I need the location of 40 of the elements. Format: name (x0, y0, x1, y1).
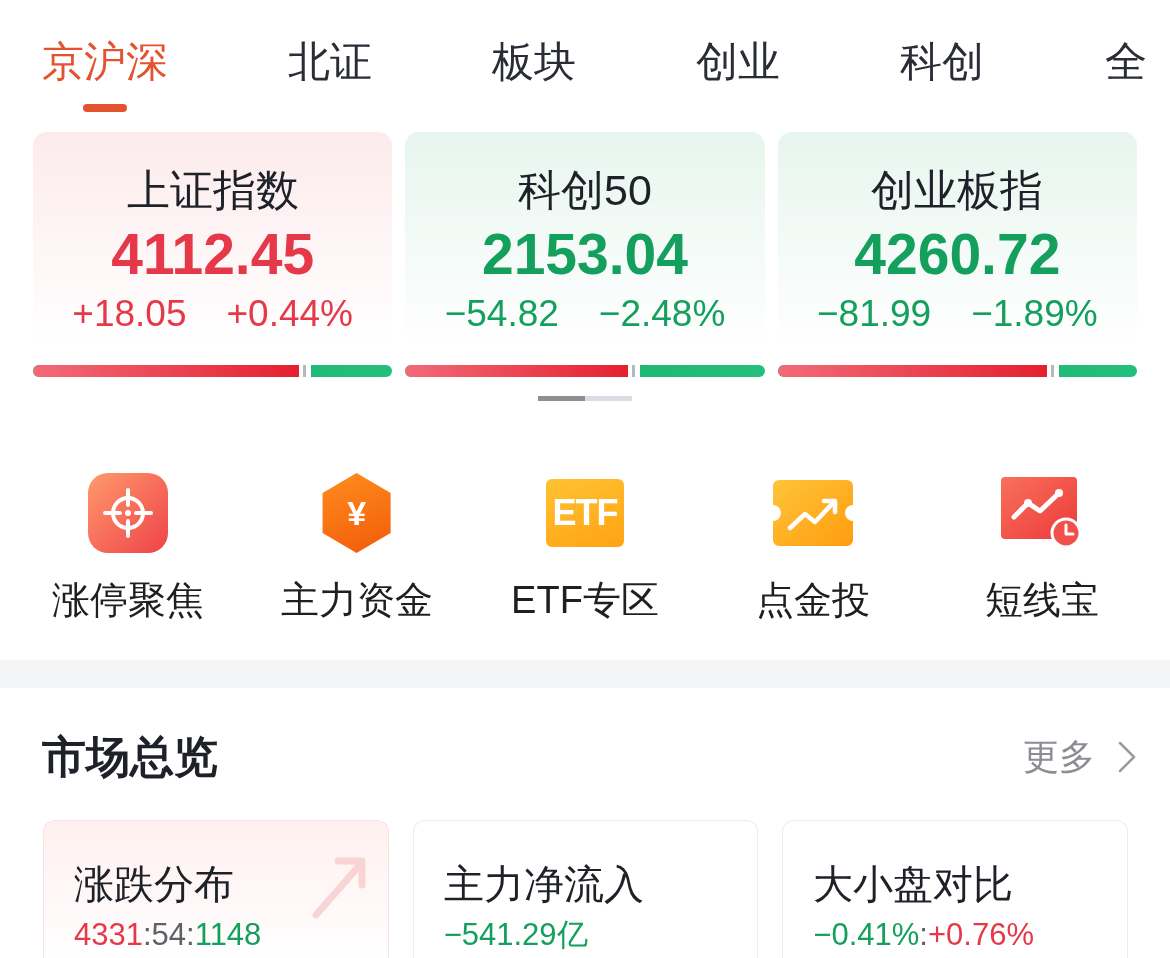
shortcut-button[interactable]: 涨停聚焦 (52, 473, 205, 622)
index-change-percent: −2.48% (598, 293, 726, 335)
overview-card[interactable]: 涨跌分布 4331:54:1148 (43, 820, 389, 958)
shortcut-button[interactable]: ETF ETF专区 (511, 473, 659, 622)
shortcut-button[interactable]: 短线宝 (984, 473, 1099, 622)
crosshair-icon (88, 473, 169, 553)
overview-card-title: 主力净流入 (443, 861, 644, 907)
tab[interactable]: 京沪深 (42, 36, 168, 112)
index-change: −81.99 (816, 293, 932, 335)
tab[interactable]: 科创 (900, 36, 984, 112)
overview-card-value: −0.41%:+0.76% (813, 917, 1034, 953)
overview-card-title: 涨跌分布 (74, 861, 234, 907)
index-change: −54.82 (444, 293, 559, 335)
shortcut-button[interactable]: 点金投 (756, 473, 871, 622)
index-card[interactable]: 上证指数 4112.45 +18.05 +0.44% (33, 132, 393, 377)
overview-card[interactable]: 大小盘对比 −0.41%:+0.76% (782, 820, 1128, 958)
tab[interactable]: 全 (1104, 36, 1148, 112)
section-title: 市场总览 (42, 731, 218, 783)
index-card[interactable]: 创业板指 4260.72 −81.99 −1.89% (777, 132, 1137, 377)
index-card[interactable]: 科创50 2153.04 −54.82 −2.48% (405, 132, 765, 377)
etf-tile-icon: ETF (546, 479, 624, 547)
overview-card-value: 4331:54:1148 (74, 917, 262, 953)
index-value: 4112.45 (111, 223, 315, 285)
ticket-chart-icon (773, 480, 854, 546)
index-change-percent: +0.44% (226, 293, 354, 335)
overview-card[interactable]: 主力净流入 −541.29亿 (412, 820, 759, 958)
index-change: +18.05 (72, 293, 187, 335)
index-name: 科创50 (518, 165, 652, 215)
chevron-right-icon (1117, 740, 1137, 774)
overview-card-title: 大小盘对比 (813, 861, 1014, 907)
shortcut-button[interactable]: ¥ 主力资金 (280, 473, 433, 622)
overview-card-value: −541.29亿 (443, 917, 588, 953)
tab[interactable]: 板块 (492, 36, 576, 112)
index-name: 创业板指 (871, 165, 1044, 215)
tab[interactable]: 北证 (288, 36, 372, 112)
index-value: 4260.72 (854, 223, 1061, 285)
index-change-percent: −1.89% (971, 293, 1098, 335)
tab[interactable]: 创业 (696, 36, 780, 112)
index-name: 上证指数 (126, 165, 299, 215)
index-value: 2153.04 (481, 223, 688, 285)
